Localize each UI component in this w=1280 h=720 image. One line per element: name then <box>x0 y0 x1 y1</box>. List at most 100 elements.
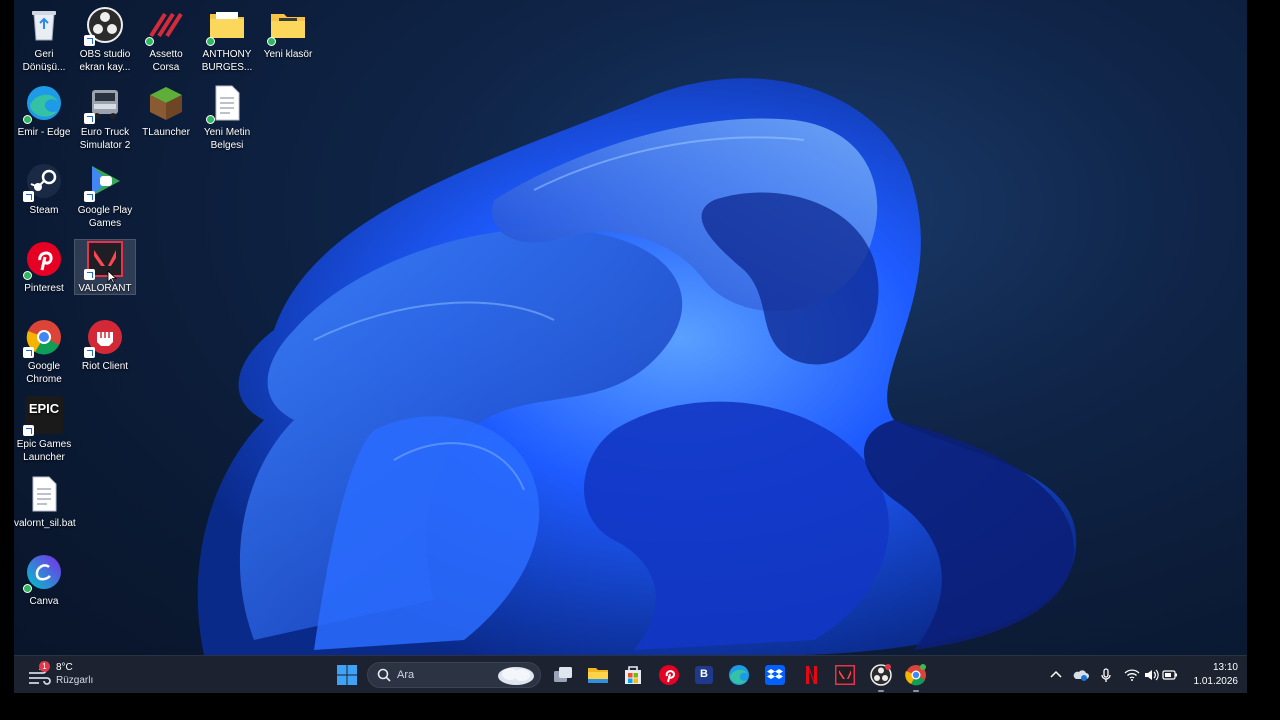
desktop-icon-label: Emir - Edge <box>17 127 71 138</box>
desktop-icon-label: VALORANT <box>78 283 132 294</box>
file-explorer-icon <box>588 668 608 683</box>
valorant-icon <box>835 665 855 685</box>
desktop-icon-new-text-document[interactable]: Yeni Metin Belgesi <box>197 84 257 152</box>
desktop-icon-google-chrome[interactable]: Google Chrome <box>14 318 74 386</box>
running-indicator <box>878 690 884 692</box>
obs-icon <box>84 6 124 46</box>
running-indicator <box>913 690 919 692</box>
weather-temperature: 8°C <box>56 662 73 673</box>
desktop-icon-euro-truck[interactable]: Euro Truck Simulator 2 <box>75 84 135 152</box>
taskbar-chrome[interactable] <box>904 663 928 692</box>
desktop-icon-label: valornt_sil.bat <box>14 518 76 529</box>
desktop-icon-label: OBS studio ekran kay... <box>79 49 131 73</box>
desktop-icon-label: Steam <box>29 205 59 216</box>
recycle-bin-icon <box>25 6 63 44</box>
search-icon <box>377 668 391 682</box>
valorant-icon <box>84 240 124 280</box>
batch-file-icon <box>25 475 63 513</box>
desktop-icon-canva[interactable]: Canva <box>14 553 74 608</box>
tray-clock[interactable]: 13:10 1.01.2026 <box>1182 661 1239 689</box>
b-app-letter: B <box>700 668 708 680</box>
tray-overflow-chevron-icon[interactable] <box>1048 667 1064 683</box>
desktop-icon-steam[interactable]: Steam <box>14 162 74 217</box>
edge-icon <box>729 665 749 685</box>
desktop-icon-pinterest[interactable]: Pinterest <box>14 240 74 295</box>
epic-logo-text: EPIC <box>28 401 60 416</box>
text-document-icon <box>206 84 246 124</box>
desktop-icon-recycle-bin[interactable]: Geri Dönüşü... <box>14 6 74 74</box>
desktop-icon-label: Riot Client <box>81 361 129 372</box>
search-placeholder: Ara <box>397 669 415 681</box>
desktop-icon-label: Yeni Metin Belgesi <box>203 127 251 151</box>
grass-block-icon <box>147 84 185 122</box>
desktop-screen: Geri Dönüşü... OBS studio ekran kay... A… <box>14 0 1247 693</box>
taskbar-pinterest[interactable] <box>657 663 681 687</box>
desktop-icon-label: TLauncher <box>142 127 190 138</box>
task-view-icon <box>554 667 572 682</box>
tray-onedrive-icon[interactable] <box>1073 667 1089 683</box>
taskbar-netflix[interactable] <box>798 663 822 687</box>
windows-logo-icon <box>337 665 357 685</box>
mouse-cursor-icon <box>107 270 117 284</box>
desktop-icon-label: Yeni klasör <box>263 49 313 60</box>
steam-icon <box>23 162 63 202</box>
taskbar-file-explorer[interactable] <box>586 663 610 687</box>
task-view-button[interactable] <box>551 663 575 687</box>
taskbar-edge[interactable] <box>727 663 751 687</box>
desktop-icon-obs[interactable]: OBS studio ekran kay... <box>75 6 135 74</box>
taskbar-obs[interactable] <box>869 663 893 692</box>
folder-icon <box>206 6 246 46</box>
obs-icon <box>870 664 892 686</box>
desktop-icon-epic-games[interactable]: EPIC Epic Games Launcher <box>14 396 74 464</box>
riot-fist-icon <box>84 318 124 358</box>
desktop-icon-assetto-corsa[interactable]: Assetto Corsa <box>136 6 196 74</box>
start-button[interactable] <box>335 663 359 687</box>
weather-alert-badge: 1 <box>39 661 50 672</box>
desktop-icon-google-play-games[interactable]: Google Play Games <box>75 162 135 230</box>
desktop-icon-label: Google Chrome <box>26 361 62 385</box>
edge-icon <box>23 84 63 124</box>
tray-wifi-icon[interactable] <box>1124 667 1140 683</box>
clock-date: 1.01.2026 <box>1193 676 1239 687</box>
desktop-icon-edge[interactable]: Emir - Edge <box>14 84 74 139</box>
search-highlight-icon <box>498 667 534 685</box>
desktop-icon-tlauncher[interactable]: TLauncher <box>136 84 196 139</box>
epic-games-icon: EPIC <box>23 396 63 436</box>
taskbar-microsoft-store[interactable] <box>621 663 645 687</box>
taskbar-valorant[interactable] <box>833 663 857 687</box>
pinterest-icon <box>659 665 679 685</box>
tray-battery-icon[interactable] <box>1162 667 1178 683</box>
desktop-icon-label: Assetto Corsa <box>149 49 183 73</box>
pinterest-icon <box>23 240 63 280</box>
tray-microphone-icon[interactable] <box>1098 667 1114 683</box>
desktop-icon-valorant[interactable]: VALORANT <box>74 239 136 295</box>
chrome-icon <box>23 318 63 358</box>
truck-icon <box>84 84 124 124</box>
desktop-icon-new-folder[interactable]: Yeni klasör <box>258 6 318 61</box>
desktop-icon-valornt-sil-bat[interactable]: valornt_sil.bat <box>14 475 76 530</box>
google-play-games-icon <box>84 162 124 202</box>
assetto-corsa-icon <box>145 6 185 46</box>
desktop-icon-label: ANTHONY BURGES... <box>201 49 253 73</box>
desktop-icon-label: Geri Dönüşü... <box>22 49 66 73</box>
tray-volume-icon[interactable] <box>1143 667 1159 683</box>
taskbar-pinned-app-b[interactable]: B <box>692 663 716 687</box>
clock-time: 13:10 <box>1212 662 1238 673</box>
desktop-icon-label: Canva <box>29 596 59 607</box>
desktop-icon-label: Google Play Games <box>77 205 133 229</box>
weather-condition: Rüzgarlı <box>56 675 94 686</box>
desktop-icon-riot-client[interactable]: Riot Client <box>75 318 135 373</box>
netflix-icon <box>806 666 817 684</box>
chrome-icon <box>905 664 926 686</box>
folder-icon <box>267 6 307 46</box>
store-icon <box>625 666 641 684</box>
taskbar-dropbox[interactable] <box>763 663 787 687</box>
canva-icon <box>23 553 63 593</box>
taskbar: 1 8°C Rüzgarlı Ara B 13:10 1.01.2026 <box>14 655 1247 693</box>
dropbox-icon <box>765 665 785 685</box>
desktop-icon-anthony-burgess-folder[interactable]: ANTHONY BURGES... <box>197 6 257 74</box>
desktop-icon-label: Epic Games Launcher <box>16 439 72 463</box>
taskbar-search-box[interactable]: Ara <box>367 662 541 688</box>
desktop-icon-label: Euro Truck Simulator 2 <box>79 127 131 151</box>
weather-widget[interactable]: 1 8°C Rüzgarlı <box>24 661 114 689</box>
